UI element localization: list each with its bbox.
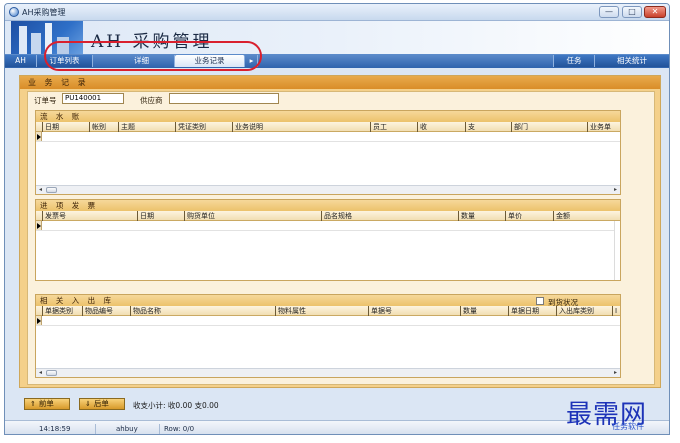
stock-hscrollbar[interactable]: ◂ ▸	[36, 368, 620, 377]
stock-grid: 相 关 入 出 库 到货状况 单据类别 物品编号 物品名称 物料属性 单据号 数…	[35, 294, 621, 378]
stock-col-material-attr[interactable]: 物料属性	[275, 306, 368, 316]
tab-tasks[interactable]: 任务	[553, 55, 595, 67]
tab-related-stats[interactable]: 相关统计	[595, 55, 669, 67]
invoices-col-amount[interactable]: 金额	[553, 211, 601, 221]
stock-col-io-type[interactable]: 入出库类别	[556, 306, 612, 316]
table-row[interactable]	[36, 221, 620, 231]
stock-col-doc-type[interactable]: 单据类别	[42, 306, 82, 316]
status-time: 14:18:59	[39, 425, 71, 433]
status-row: Row: 0/0	[159, 424, 229, 434]
invoices-col-buyer[interactable]: 购货单位	[184, 211, 321, 221]
invoices-title: 进 项 发 票	[36, 200, 620, 211]
records-inner: 订单号 PU140001 供应商 流 水 账 日期 帐别 主题 凭证类别 业务说…	[27, 91, 655, 385]
ledger-col-voucher-type[interactable]: 凭证类别	[175, 122, 232, 132]
scroll-right-icon[interactable]: ▸	[611, 186, 620, 194]
stock-col-item-no[interactable]: 物品编号	[82, 306, 130, 316]
ledger-col-subject[interactable]: 主题	[118, 122, 175, 132]
down-arrow-icon: ⇓	[85, 400, 91, 408]
prev-record-button[interactable]: ⇑ 前单	[24, 398, 70, 410]
stock-title: 相 关 入 出 库	[36, 295, 620, 306]
income-expense-summary: 收支小计: 收0.00 支0.00	[133, 401, 219, 410]
ledger-col-business-doc[interactable]: 业务单	[587, 122, 621, 132]
supplier-field[interactable]	[169, 93, 279, 104]
row-pointer-icon	[36, 221, 42, 230]
scroll-left-icon[interactable]: ◂	[36, 186, 45, 194]
next-record-label: 后单	[93, 399, 109, 408]
arrival-status-checkbox[interactable]	[536, 297, 544, 305]
invoices-header: 发票号 日期 购货单位 品名规格 数量 单价 金额	[36, 211, 620, 221]
annotation-highlight-ring	[44, 41, 262, 71]
ledger-header: 日期 帐别 主题 凭证类别 业务说明 员工 收 支 部门 业务单	[36, 122, 620, 132]
stock-col-qty[interactable]: 数量	[460, 306, 508, 316]
ledger-title: 流 水 账	[36, 111, 620, 122]
ledger-col-income[interactable]: 收	[417, 122, 465, 132]
stock-col-doc-no[interactable]: 单据号	[368, 306, 460, 316]
ledger-hscrollbar[interactable]: ◂ ▸	[36, 185, 620, 194]
stock-header: 单据类别 物品编号 物品名称 物料属性 单据号 数量 单据日期 入出库类别 I	[36, 306, 620, 316]
tab-home[interactable]: AH	[5, 55, 37, 67]
ledger-col-account[interactable]: 帐别	[89, 122, 118, 132]
row-pointer-icon	[36, 132, 42, 141]
business-records-panel: 业 务 记 录 订单号 PU140001 供应商 流 水 账 日期 帐别 主题 …	[19, 75, 661, 388]
invoices-col-qty[interactable]: 数量	[458, 211, 505, 221]
maximize-button[interactable]: □	[622, 6, 642, 18]
invoices-grid: 进 项 发 票 发票号 日期 购货单位 品名规格 数量 单价 金额	[35, 199, 621, 281]
stock-col-item-name[interactable]: 物品名称	[130, 306, 275, 316]
order-no-field[interactable]: PU140001	[62, 93, 124, 104]
app-icon	[9, 7, 19, 17]
window-title: AH采购管理	[22, 8, 66, 17]
invoices-col-date[interactable]: 日期	[137, 211, 184, 221]
title-bar: AH采购管理 — □ ✕	[5, 4, 669, 21]
stock-col-extra[interactable]: I	[612, 306, 621, 316]
invoices-vscrollbar[interactable]	[614, 221, 620, 280]
ledger-grid: 流 水 账 日期 帐别 主题 凭证类别 业务说明 员工 收 支 部门 业务单 ◂	[35, 110, 621, 195]
bottom-toolbar: ⇑ 前单 ⇓ 后单 收支小计: 收0.00 支0.00	[19, 392, 661, 414]
table-row[interactable]	[36, 316, 620, 326]
invoices-col-number[interactable]: 发票号	[42, 211, 137, 221]
next-record-button[interactable]: ⇓ 后单	[79, 398, 125, 410]
ledger-col-date[interactable]: 日期	[42, 122, 89, 132]
invoices-col-price[interactable]: 单价	[505, 211, 553, 221]
close-button[interactable]: ✕	[644, 6, 666, 18]
ledger-col-description[interactable]: 业务说明	[232, 122, 370, 132]
ledger-col-employee[interactable]: 员工	[370, 122, 417, 132]
scroll-thumb[interactable]	[46, 187, 57, 193]
stock-col-doc-date[interactable]: 单据日期	[508, 306, 556, 316]
scroll-left-icon[interactable]: ◂	[36, 369, 45, 377]
up-arrow-icon: ⇑	[30, 400, 36, 408]
section-title: 业 务 记 录	[20, 76, 660, 89]
status-user: ahbuy	[95, 424, 159, 434]
supplier-label: 供应商	[140, 96, 163, 105]
prev-record-label: 前单	[38, 399, 54, 408]
table-row[interactable]	[36, 132, 620, 142]
ledger-col-department[interactable]: 部门	[511, 122, 587, 132]
row-pointer-icon	[36, 316, 42, 325]
scroll-thumb[interactable]	[46, 370, 57, 376]
invoices-col-spec[interactable]: 品名规格	[321, 211, 458, 221]
scroll-right-icon[interactable]: ▸	[611, 369, 620, 377]
ledger-col-expense[interactable]: 支	[465, 122, 511, 132]
order-no-label: 订单号	[34, 96, 57, 105]
minimize-button[interactable]: —	[599, 6, 619, 18]
watermark-subtext: 任务软件	[612, 422, 644, 431]
